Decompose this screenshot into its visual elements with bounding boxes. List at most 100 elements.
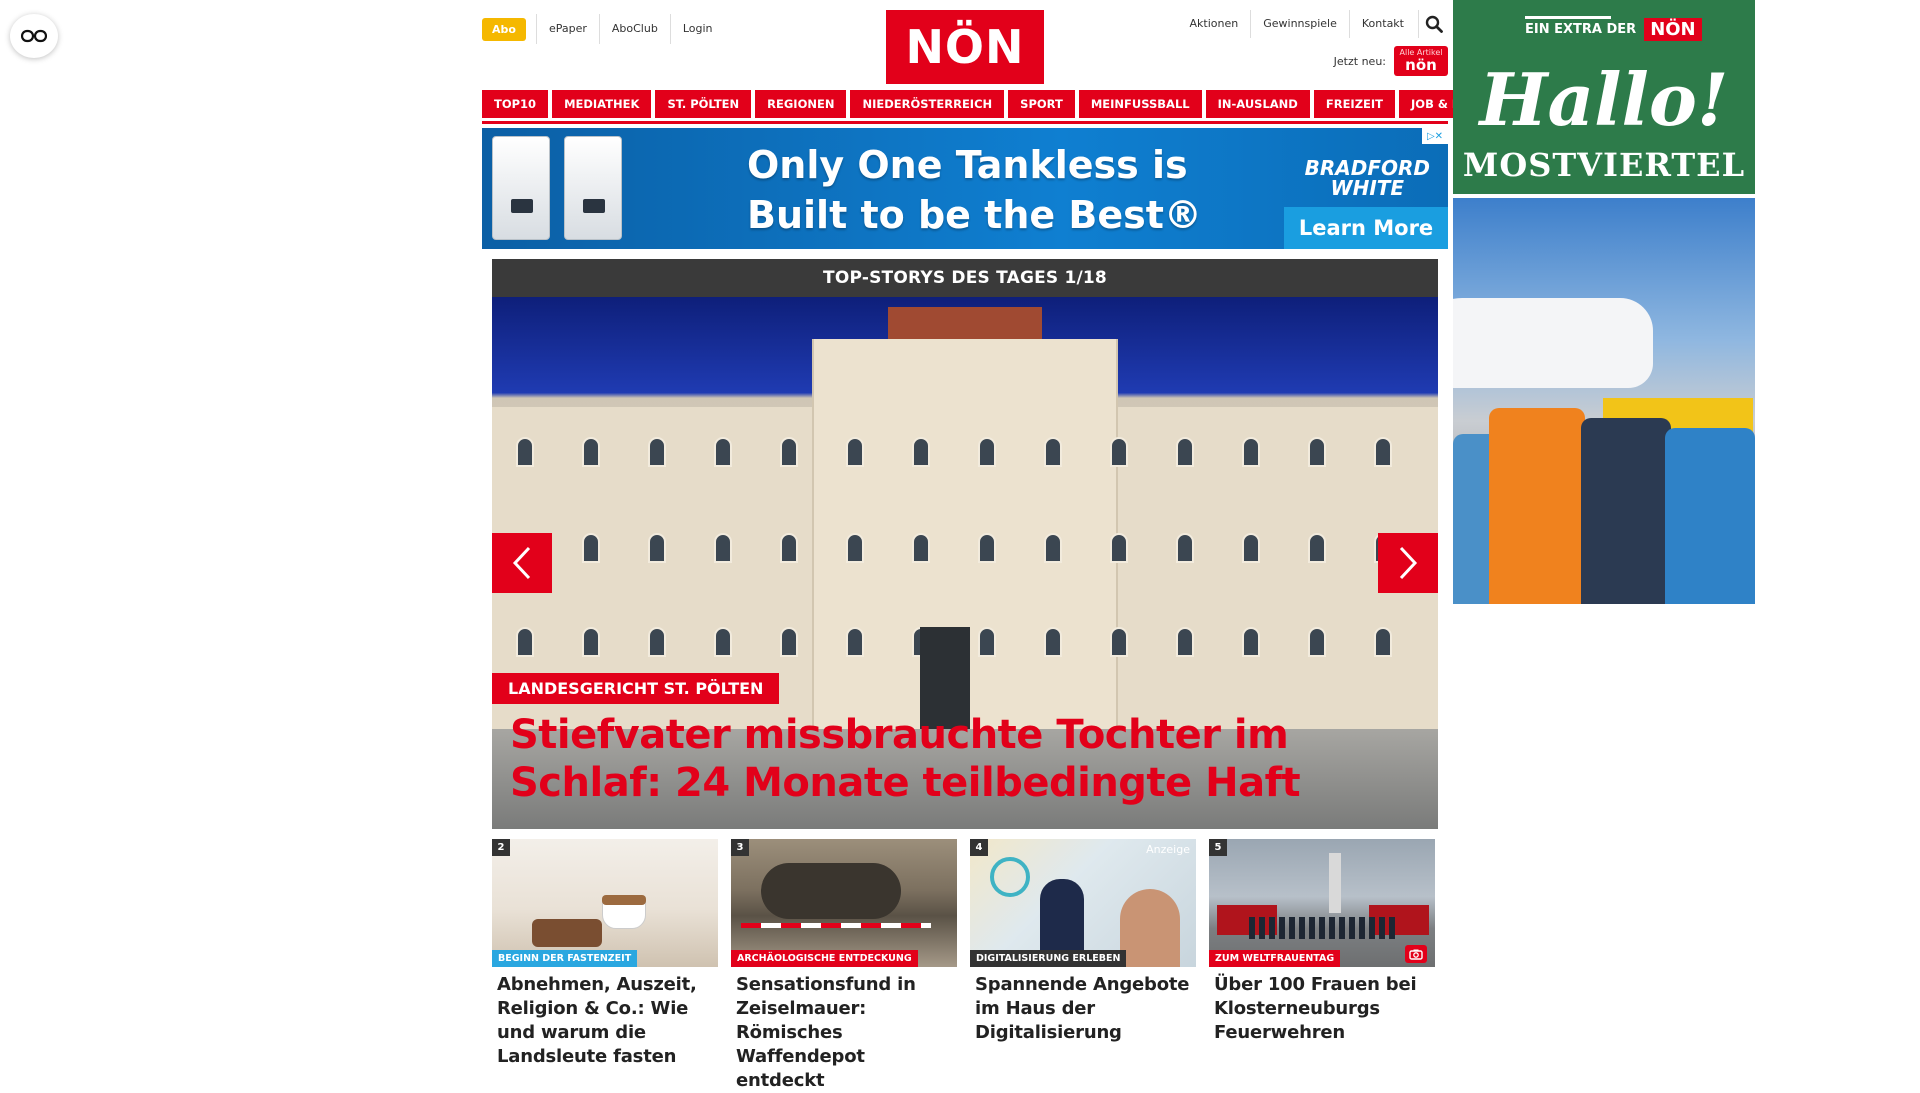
epaper-link[interactable]: ePaper [535, 14, 599, 44]
banner-ad[interactable]: Only One Tankless is Built to be the Bes… [482, 128, 1448, 249]
ad-product-image [492, 136, 550, 240]
building-window [1044, 627, 1062, 657]
aboclub-link[interactable]: AboClub [598, 14, 670, 44]
building-window [1176, 437, 1194, 467]
teaser-rank: 3 [731, 839, 749, 856]
jetzt-neu-label: Jetzt neu: [1333, 54, 1386, 68]
reader-mode-icon [21, 29, 47, 43]
gewinnspiele-link[interactable]: Gewinnspiele [1250, 10, 1349, 38]
ad-learn-more-button[interactable]: Learn More [1284, 207, 1448, 249]
app-badge[interactable]: Alle Artikel nön [1394, 46, 1448, 76]
anzeige-label: Anzeige [1146, 843, 1190, 856]
chevron-right-icon [1399, 546, 1418, 580]
teaser-image: 5 Zum Weltfrauentag [1209, 839, 1435, 967]
building-window [1242, 437, 1260, 467]
building-window [714, 627, 732, 657]
nav-item-meinfussball[interactable]: MEINFUSSBALL [1078, 90, 1202, 118]
teaser-image: 3 Archäologische Entdeckung [731, 839, 957, 967]
building-window [1044, 437, 1062, 467]
building-window [1308, 627, 1326, 657]
site-logo[interactable]: NÖN [886, 10, 1044, 84]
app-badge-caption: Alle Artikel [1399, 48, 1443, 57]
search-icon[interactable] [1418, 10, 1448, 38]
ad-choices-icon[interactable]: ▷✕ [1422, 128, 1448, 144]
slider-title: TOP-STORYS DES TAGES 1/18 [492, 259, 1438, 297]
building-window [1242, 627, 1260, 657]
nav-item-st-poelten[interactable]: ST. PÖLTEN [655, 90, 752, 118]
ad-product-image [564, 136, 622, 240]
login-link[interactable]: Login [669, 14, 725, 44]
building-window [780, 533, 798, 563]
nav-item-freizeit[interactable]: FREIZEIT [1313, 90, 1396, 118]
side-ad-photo [1453, 198, 1755, 604]
main-nav: TOP10 MEDIATHEK ST. PÖLTEN REGIONEN NIED… [482, 90, 1529, 124]
building-window [1044, 533, 1062, 563]
teaser-rank: 5 [1209, 839, 1227, 856]
nav-item-in-ausland[interactable]: IN-AUSLAND [1205, 90, 1310, 118]
building-window [912, 437, 930, 467]
nav-item-mediathek[interactable]: MEDIATHEK [552, 90, 652, 118]
building-window [912, 533, 930, 563]
top-right-links: Aktionen Gewinnspiele Kontakt [1178, 10, 1448, 38]
side-ad-header: EIN EXTRA DER NÖN Hallo! MOSTVIERTEL [1453, 0, 1755, 194]
teaser-tag: Zum Weltfrauentag [1209, 950, 1341, 967]
building-window [648, 627, 666, 657]
teaser-image: 4 Anzeige Digitalisierung erleben [970, 839, 1196, 967]
teaser-card[interactable]: 4 Anzeige Digitalisierung erleben Spanne… [970, 839, 1196, 1093]
ad-headline-line1: Only One Tankless is [747, 143, 1188, 187]
nav-item-niederoesterreich[interactable]: NIEDERÖSTERREICH [850, 90, 1005, 118]
nav-item-top10[interactable]: TOP10 [482, 90, 549, 118]
app-promo: Jetzt neu: Alle Artikel nön [1334, 46, 1448, 76]
building-window [978, 437, 996, 467]
building-window [1110, 627, 1128, 657]
building-window [1242, 533, 1260, 563]
building-window [714, 437, 732, 467]
app-badge-text: nön [1405, 56, 1437, 74]
building-window [1374, 437, 1392, 467]
teaser-title[interactable]: Abnehmen, Auszeit, Religion & Co.: Wie u… [492, 967, 718, 1069]
building-window [582, 437, 600, 467]
side-ad[interactable]: EIN EXTRA DER NÖN Hallo! MOSTVIERTEL [1453, 0, 1755, 604]
abo-button[interactable]: Abo [482, 17, 526, 41]
teaser-title[interactable]: Über 100 Frauen bei Klosterneuburgs Feue… [1209, 967, 1435, 1045]
building-window [1176, 627, 1194, 657]
teaser-rank: 2 [492, 839, 510, 856]
nav-item-sport[interactable]: SPORT [1008, 90, 1075, 118]
kontakt-link[interactable]: Kontakt [1348, 10, 1416, 38]
story-headline[interactable]: Stiefvater missbrauchte Tochter im Schla… [510, 711, 1422, 807]
side-ad-extra: EIN EXTRA DER NÖN [1525, 16, 1702, 41]
teaser-card[interactable]: 2 Beginn der Fastenzeit Abnehmen, Auszei… [492, 839, 718, 1093]
building-window [780, 437, 798, 467]
building-window [1176, 533, 1194, 563]
building-window [978, 627, 996, 657]
reader-mode-button[interactable] [10, 14, 58, 58]
site-container: Abo ePaper AboClub Login NÖN Aktionen Ge… [482, 0, 1529, 1093]
building-window [714, 533, 732, 563]
chevron-left-icon [512, 546, 531, 580]
building-window [846, 627, 864, 657]
side-ad-extra-label: EIN EXTRA DER [1525, 22, 1637, 37]
ad-headline-line2: Built to be the Best® [747, 193, 1202, 237]
camera-icon [1405, 945, 1427, 963]
slide-image[interactable]: LANDESGERICHT ST. PÖLTEN Stiefvater miss… [492, 297, 1438, 829]
aktionen-link[interactable]: Aktionen [1178, 10, 1251, 38]
building-window [648, 437, 666, 467]
building-window [780, 627, 798, 657]
building-window [1374, 627, 1392, 657]
ad-brand-line2: WHITE [1330, 176, 1405, 200]
slider-prev-button[interactable] [492, 533, 552, 593]
building-window [582, 627, 600, 657]
top-left-links: Abo ePaper AboClub Login [482, 14, 725, 44]
teaser-title[interactable]: Sensationsfund in Zeiselmauer: Römisches… [731, 967, 957, 1093]
teaser-card[interactable]: 3 Archäologische Entdeckung Sensationsfu… [731, 839, 957, 1093]
nav-item-regionen[interactable]: REGIONEN [755, 90, 847, 118]
building-window [516, 437, 534, 467]
teaser-tag: Digitalisierung erleben [970, 950, 1127, 967]
building-window [648, 533, 666, 563]
story-kicker[interactable]: LANDESGERICHT ST. PÖLTEN [492, 673, 780, 704]
teaser-card[interactable]: 5 Zum Weltfrauentag Über 100 Frauen bei … [1209, 839, 1435, 1093]
teaser-row: 2 Beginn der Fastenzeit Abnehmen, Auszei… [492, 839, 1438, 1093]
teaser-title[interactable]: Spannende Angebote im Haus der Digitalis… [970, 967, 1196, 1045]
teaser-rank: 4 [970, 839, 988, 856]
slider-next-button[interactable] [1378, 533, 1438, 593]
